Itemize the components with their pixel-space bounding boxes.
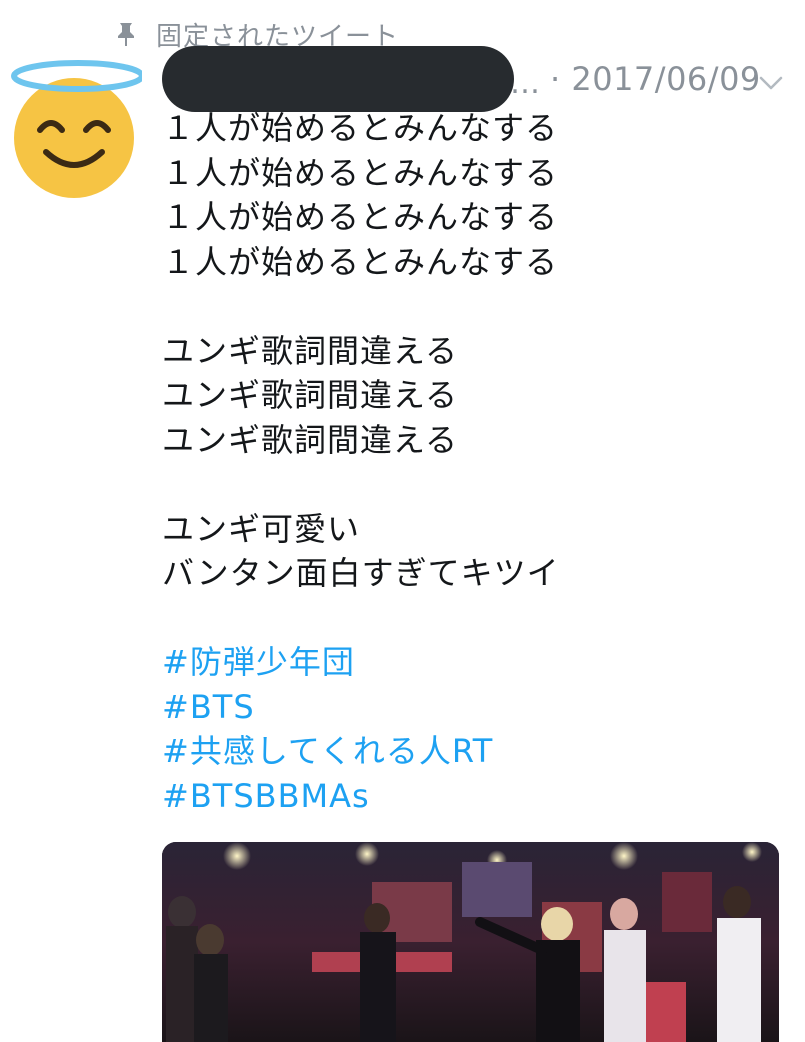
pin-icon: [112, 20, 140, 48]
tweet-line: バンタン面白すぎてキツイ: [162, 554, 560, 592]
tweet-line: １人が始めるとみんなする: [162, 153, 559, 192]
redacted-author-name: [162, 46, 514, 112]
truncation-ellipsis: …: [510, 66, 540, 101]
tweet-line: ユンギ可愛い: [162, 509, 361, 548]
smiling-face-with-halo-icon: [11, 60, 145, 198]
avatar[interactable]: [6, 56, 145, 198]
tweet-line: ユンギ歌詞間違える: [162, 376, 459, 414]
tweet-line: １人が始めるとみんなする: [162, 198, 559, 236]
tweet-date[interactable]: · 2017/06/09: [550, 60, 761, 98]
tweet-line: ユンギ歌詞間違える: [162, 420, 459, 459]
hashtag-link[interactable]: #BTS: [162, 685, 792, 730]
tweet-line: ユンギ歌詞間違える: [162, 331, 459, 370]
tweet-media[interactable]: [162, 842, 779, 1042]
chevron-down-icon[interactable]: [758, 70, 784, 96]
tweet-line: １人が始めるとみんなする: [162, 242, 559, 281]
hashtag-link[interactable]: #BTSBBMAs: [162, 774, 792, 819]
media-thumbnail: [162, 842, 779, 1042]
hashtag-link[interactable]: #共感してくれる人RT: [162, 729, 792, 774]
hashtag-link[interactable]: #防弾少年団: [162, 640, 792, 685]
tweet-header: … · 2017/06/09: [162, 46, 792, 112]
tweet-line: １人が始めるとみんなする: [162, 109, 559, 147]
tweet-text: １人が始めるとみんなする １人が始めるとみんなする １人が始めるとみんなする １…: [162, 106, 792, 818]
